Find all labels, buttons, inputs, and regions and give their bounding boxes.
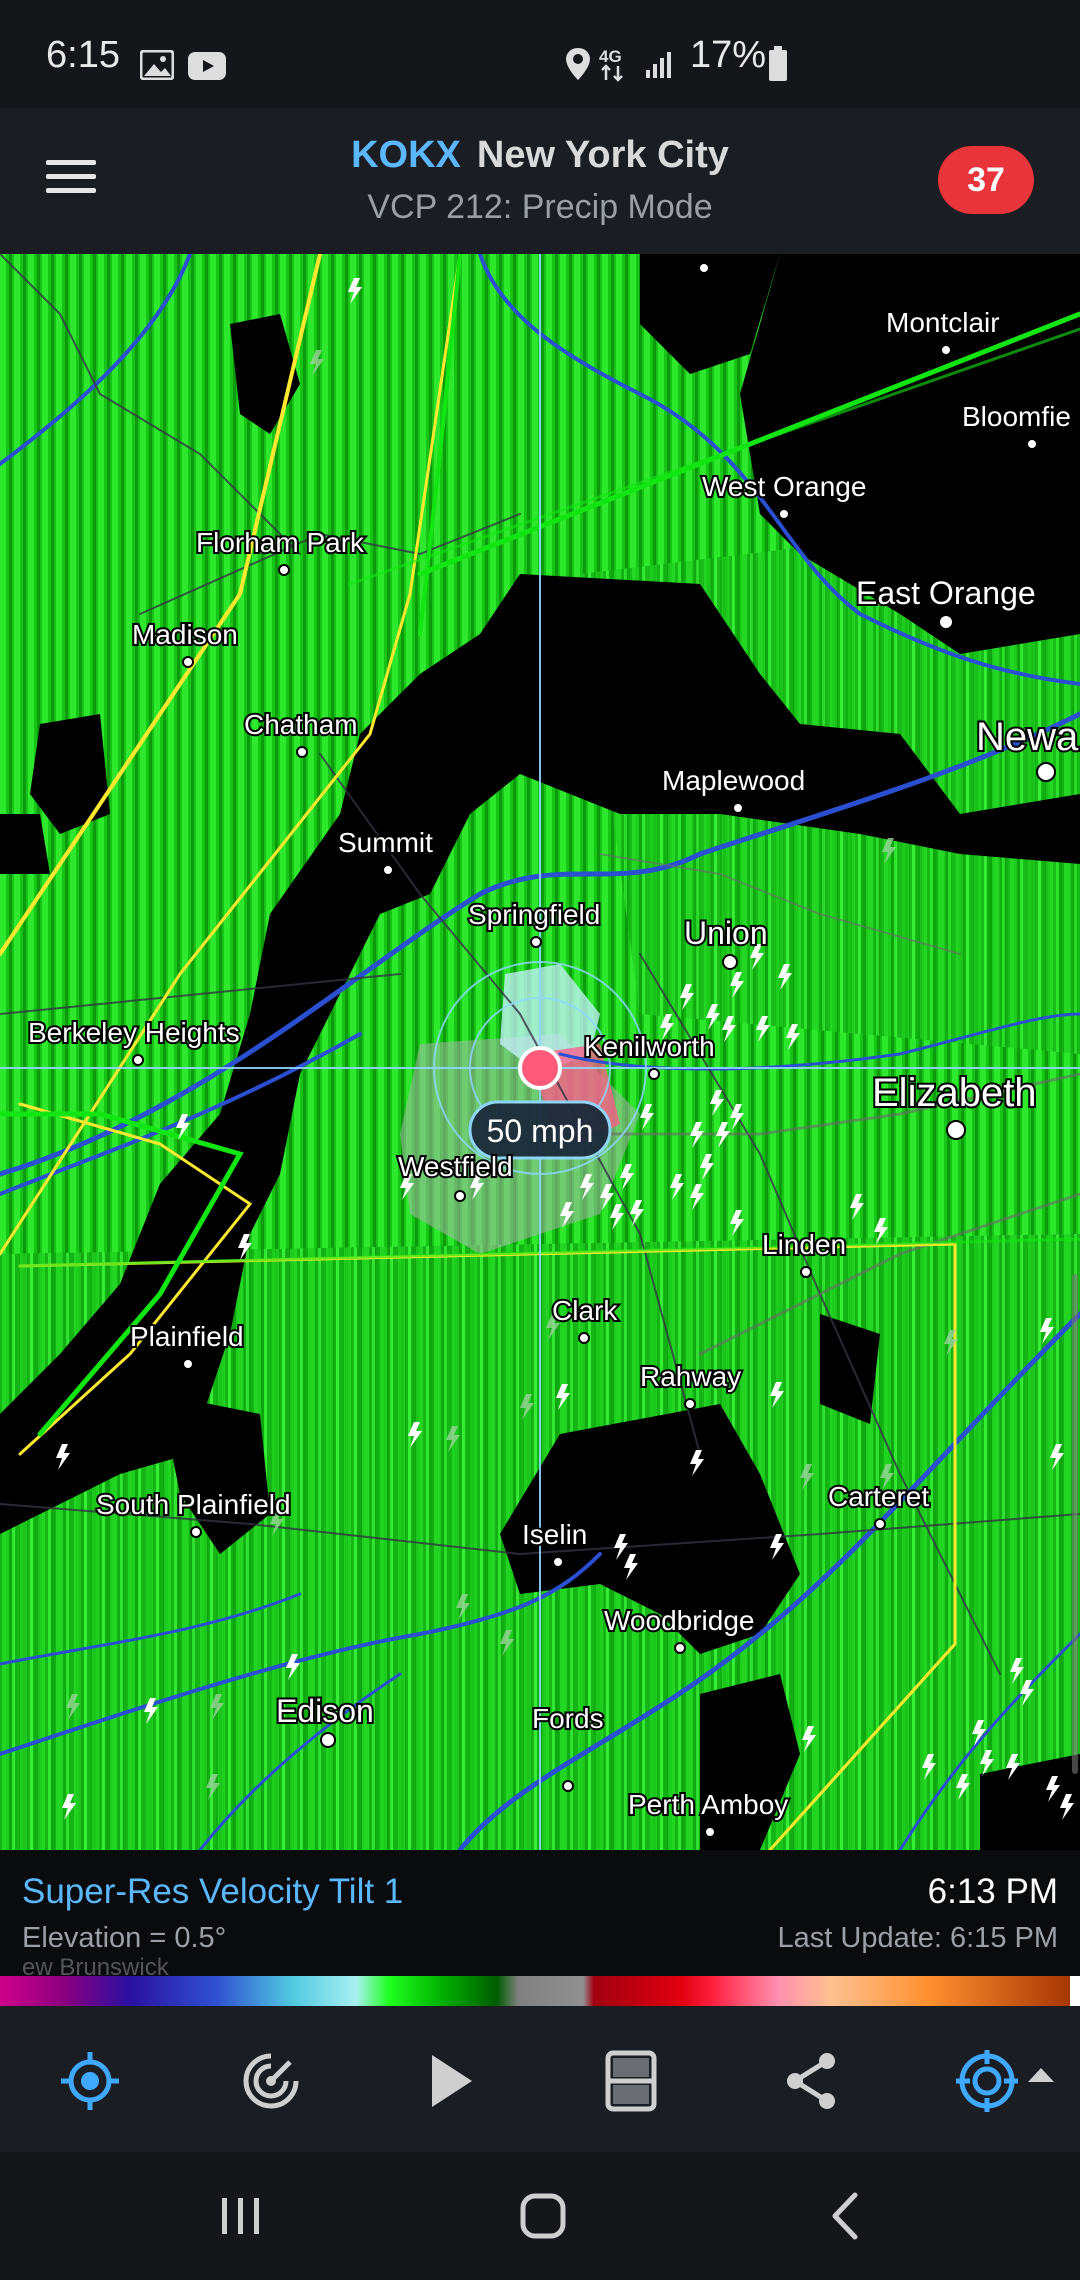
city-label-montclair: Montclair bbox=[886, 307, 1000, 338]
app-header: KOKX New York City VCP 212: Precip Mode 3… bbox=[0, 108, 1080, 254]
battery-percent: 17% bbox=[690, 34, 767, 76]
city-label-fords: Fords bbox=[532, 1703, 604, 1734]
status-time: 6:15 bbox=[46, 34, 120, 76]
radar-mode: VCP 212: Precip Mode bbox=[367, 188, 713, 226]
status-bar: 6:15 4G 17% bbox=[0, 0, 1080, 108]
city-label-linden: Linden bbox=[762, 1229, 846, 1260]
city-label-clark: Clark bbox=[552, 1295, 618, 1326]
back-icon[interactable] bbox=[810, 2186, 880, 2246]
youtube-icon bbox=[188, 52, 226, 80]
velocity-color-scale bbox=[0, 1976, 1080, 2006]
location-icon bbox=[566, 48, 590, 80]
city-label-plainfield: Plainfield bbox=[130, 1321, 244, 1352]
velocity-readout: 50 mph bbox=[468, 1100, 612, 1160]
share-icon[interactable] bbox=[776, 2046, 846, 2116]
city-label-rahway: Rahway bbox=[640, 1361, 741, 1392]
city-label-elizabeth: Elizabeth bbox=[872, 1071, 1037, 1115]
signal-icon bbox=[646, 52, 671, 78]
city-label-bloomfield: Bloomfie bbox=[962, 401, 1071, 432]
target-icon[interactable] bbox=[956, 2046, 1066, 2116]
city-label-edison: Edison bbox=[276, 1693, 374, 1729]
recent-apps-icon[interactable] bbox=[206, 2186, 276, 2246]
layout-icon[interactable] bbox=[596, 2046, 666, 2116]
last-update: Last Update: 6:15 PM bbox=[777, 1922, 1059, 1954]
city-label-chatham: Chatham bbox=[244, 709, 358, 740]
city-label-east-orange: East Orange bbox=[856, 575, 1036, 611]
system-nav-bar bbox=[0, 2152, 1080, 2280]
locate-icon[interactable] bbox=[55, 2046, 125, 2116]
product-name: Super-Res Velocity Tilt 1 bbox=[22, 1872, 404, 1911]
alert-count-badge[interactable]: 37 bbox=[938, 146, 1034, 214]
station-title[interactable]: KOKX New York City bbox=[0, 134, 1080, 177]
city-label-florham-park: Florham Park bbox=[196, 527, 365, 558]
city-label-westfield: Westfield bbox=[398, 1151, 513, 1182]
city-label-kenilworth: Kenilworth bbox=[584, 1031, 715, 1062]
battery-icon bbox=[769, 46, 787, 81]
scan-time: 6:13 PM bbox=[927, 1872, 1058, 1911]
svg-text:4G: 4G bbox=[599, 47, 622, 66]
city-label-carteret: Carteret bbox=[828, 1481, 929, 1512]
home-icon[interactable] bbox=[508, 2186, 578, 2246]
cursor-marker[interactable] bbox=[518, 1046, 562, 1090]
city-label-newark: Newa bbox=[976, 715, 1079, 759]
city-label-berkeley-heights: Berkeley Heights bbox=[28, 1017, 240, 1048]
radar-map[interactable]: 50 mph Montclair Bloomfie West Orange Fl… bbox=[0, 254, 1080, 1850]
radar-icon[interactable] bbox=[236, 2046, 306, 2116]
elevation-label: Elevation = 0.5° bbox=[22, 1922, 227, 1954]
city-label-summit: Summit bbox=[338, 827, 433, 858]
city-label-madison: Madison bbox=[132, 619, 238, 650]
city-label-maplewood: Maplewood bbox=[662, 765, 805, 796]
city-label-springfield: Springfield bbox=[468, 899, 600, 930]
station-city: New York City bbox=[476, 134, 729, 176]
network-4g-icon: 4G bbox=[599, 47, 623, 82]
city-label-south-plainfield: South Plainfield bbox=[96, 1489, 291, 1520]
velocity-value: 50 mph bbox=[487, 1113, 594, 1149]
city-label-union: Union bbox=[684, 915, 768, 951]
city-label-perth-amboy: Perth Amboy bbox=[628, 1789, 788, 1820]
play-icon[interactable] bbox=[416, 2046, 486, 2116]
bottom-toolbar bbox=[0, 2006, 1080, 2152]
map-scroll-indicator bbox=[1072, 1274, 1078, 1774]
station-id: KOKX bbox=[351, 134, 461, 176]
city-label-woodbridge: Woodbridge bbox=[604, 1605, 754, 1636]
image-icon bbox=[140, 50, 174, 80]
city-label-iselin: Iselin bbox=[522, 1519, 587, 1550]
expand-up-icon[interactable] bbox=[1026, 2064, 1056, 2084]
color-scale-end-marker bbox=[1070, 1976, 1080, 2006]
city-label-west-orange: West Orange bbox=[702, 471, 866, 502]
product-info-bar[interactable]: Super-Res Velocity Tilt 1 Elevation = 0.… bbox=[0, 1850, 1080, 1981]
